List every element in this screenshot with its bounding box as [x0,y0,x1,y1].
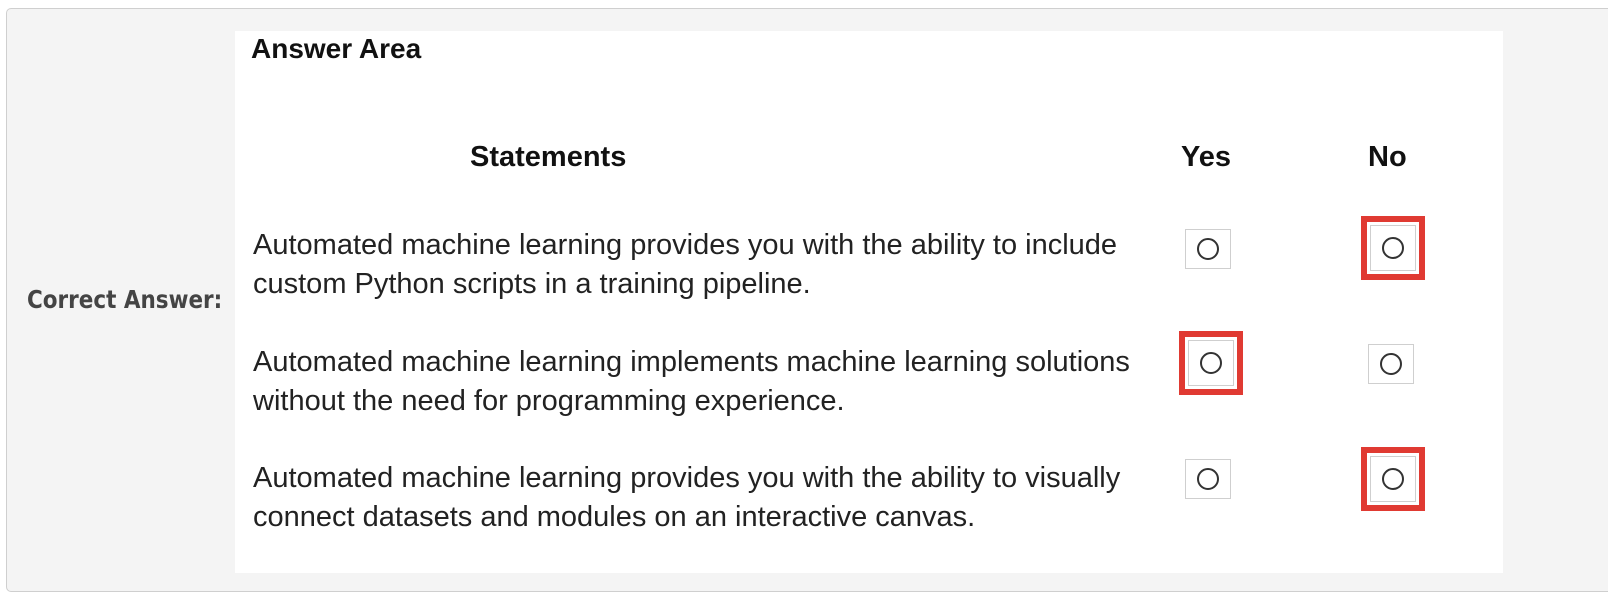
no-header: No [1368,141,1407,173]
answer-area-title: Answer Area [251,33,422,64]
statement-3-no-option-selected[interactable] [1361,447,1425,511]
statement-2-line-1: Automated machine learning implements ma… [253,346,1130,378]
radio-circle-icon [1197,238,1219,260]
radio-circle-icon [1382,468,1404,490]
radio-circle-icon [1197,468,1219,490]
statement-1-line-1: Automated machine learning provides you … [253,229,1118,261]
statement-3-line-1: Automated machine learning provides you … [253,462,1121,494]
answer-container: Correct Answer: Answer Area Statements Y… [6,8,1608,592]
statement-1-no-option-selected[interactable] [1361,216,1425,280]
statement-2-no-option[interactable] [1368,344,1414,384]
radio-circle-icon [1380,353,1402,375]
statement-1-line-2: custom Python scripts in a training pipe… [253,268,811,300]
statement-2: Automated machine learning implements ma… [253,343,1173,421]
answer-area-panel: Answer Area Statements Yes No Automated … [235,31,1503,573]
statements-header: Statements [470,141,627,173]
statement-1: Automated machine learning provides you … [253,226,1173,304]
statement-1-yes-option[interactable] [1185,229,1231,269]
statement-3-yes-option[interactable] [1185,459,1231,499]
yes-header: Yes [1181,141,1231,173]
radio-circle-icon [1382,237,1404,259]
statement-3: Automated machine learning provides you … [253,459,1173,537]
statement-2-yes-option-selected[interactable] [1179,331,1243,395]
statement-3-line-2: connect datasets and modules on an inter… [253,501,976,533]
correct-answer-label: Correct Answer: [27,285,223,314]
radio-circle-icon [1200,352,1222,374]
statement-2-line-2: without the need for programming experie… [253,385,845,417]
